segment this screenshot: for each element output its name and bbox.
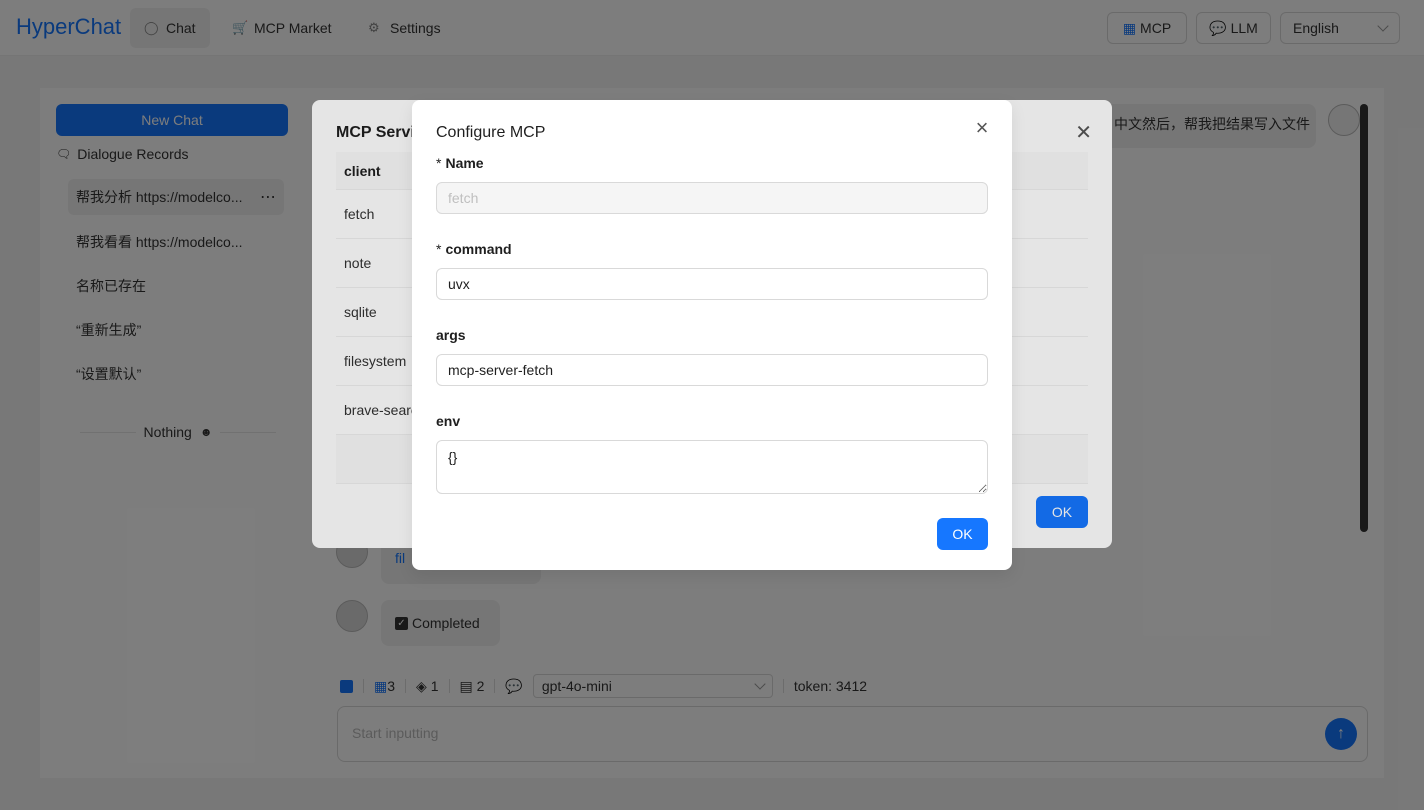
required-mark: *	[436, 155, 442, 171]
name-label: * Name	[436, 155, 484, 171]
configure-mcp-modal: Configure MCP × * Name fetch * command uvx…	[412, 100, 1012, 570]
required-mark: *	[436, 241, 442, 257]
args-field[interactable]: mcp-server-fetch	[436, 354, 988, 386]
command-label: * command	[436, 241, 512, 257]
command-field[interactable]: uvx	[436, 268, 988, 300]
close-icon[interactable]: ×	[970, 116, 994, 140]
args-label: args	[436, 327, 466, 343]
env-field[interactable]: {}	[436, 440, 988, 494]
command-label-text: command	[445, 241, 512, 257]
env-label: env	[436, 413, 461, 429]
ok-button[interactable]: OK	[937, 518, 988, 550]
modal-title: Configure MCP	[436, 124, 546, 141]
name-label-text: Name	[445, 155, 484, 171]
name-field[interactable]: fetch	[436, 182, 988, 214]
